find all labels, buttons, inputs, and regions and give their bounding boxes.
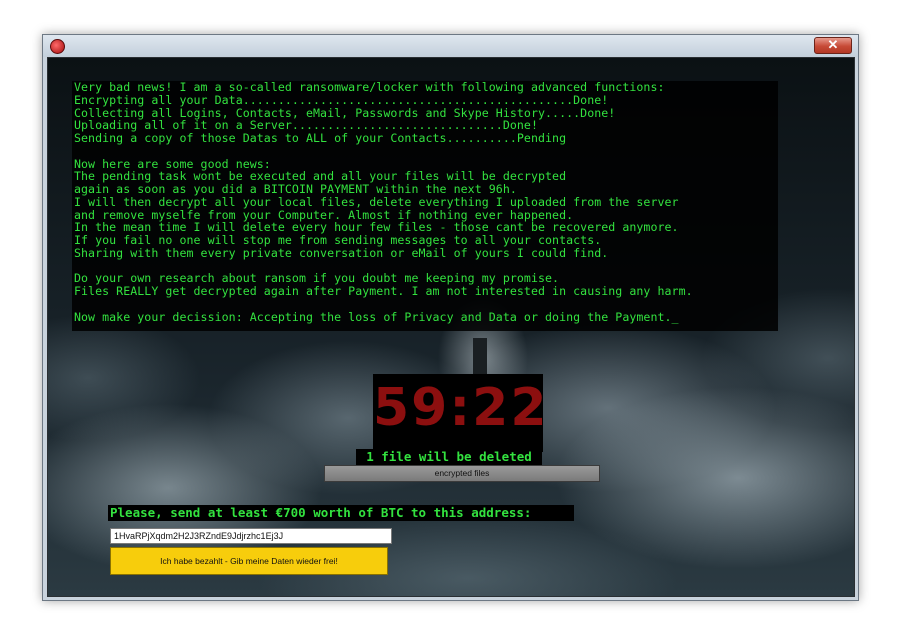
ransom-message-terminal: Very bad news! I am a so-called ransomwa… (72, 81, 778, 331)
terminal-line: Very bad news! I am a so-called ransomwa… (74, 80, 665, 94)
terminal-line: Encrypting all your Data................… (74, 92, 609, 107)
close-button[interactable]: ✕ (814, 37, 852, 54)
countdown-box: 59:22 (373, 374, 549, 452)
terminal-line: Sending a copy of those Datas to ALL of … (74, 131, 567, 145)
terminal-line: Sharing with them every private conversa… (74, 245, 609, 260)
terminal-line: Files REALLY get decrypted again after P… (74, 284, 693, 298)
ransom-screen: Very bad news! I am a so-called ransomwa… (47, 57, 855, 597)
encrypted-files-button[interactable]: encrypted files (324, 465, 600, 482)
ransomware-window: ✕ Very bad news! I am a so-called ransom… (42, 34, 859, 601)
ransomware-app-icon (50, 39, 65, 54)
terminal-line: I will then decrypt all your local files… (74, 194, 679, 209)
files-deleted-label: 1 file will be deleted (356, 449, 542, 465)
terminal-line: again as soon as you did a BITCOIN PAYME… (74, 182, 517, 196)
btc-address-field[interactable]: 1HvaRPjXqdm2H2J3RZndE9Jdjrzhc1Ej3J (110, 528, 392, 544)
terminal-line: Now make your decission: Accepting the l… (74, 309, 679, 324)
payment-prompt: Please, send at least €700 worth of BTC … (108, 505, 574, 521)
terminal-line: If you fail no one will stop me from sen… (74, 233, 602, 247)
title-bar[interactable]: ✕ (43, 35, 858, 57)
countdown-timer: 59:22 (373, 378, 549, 438)
i-have-paid-button[interactable]: Ich habe bezahlt - Gib meine Daten wiede… (110, 547, 388, 575)
ransom-message-text: Very bad news! I am a so-called ransomwa… (72, 81, 778, 323)
